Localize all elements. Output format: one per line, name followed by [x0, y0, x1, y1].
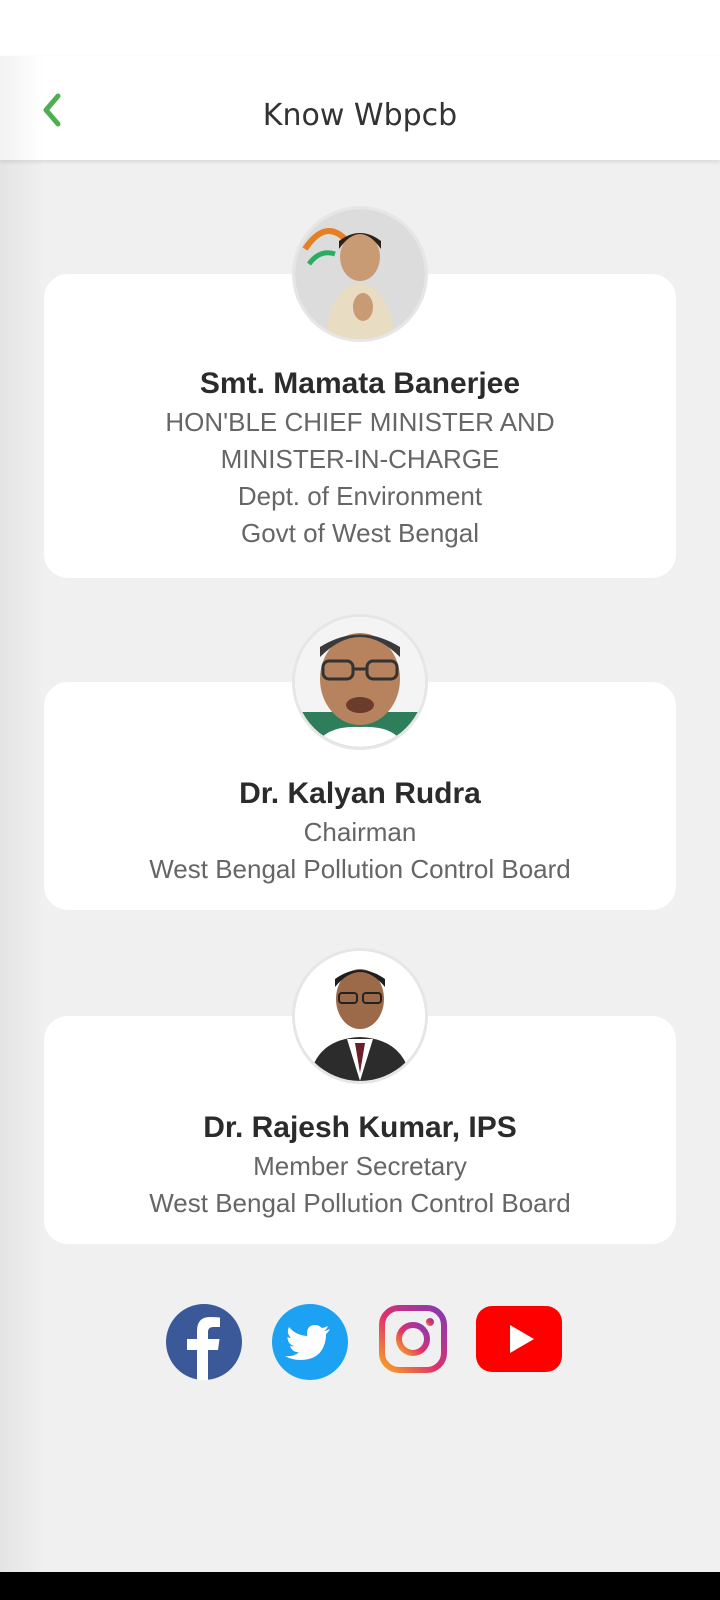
- facebook-icon: [166, 1304, 242, 1380]
- avatar: [292, 614, 428, 750]
- navigation-bar: [0, 1572, 720, 1600]
- person-name: Smt. Mamata Banerjee: [199, 367, 521, 400]
- person-name: Dr. Kalyan Rudra: [239, 777, 481, 810]
- person-department: Dept. of Environment: [237, 481, 483, 511]
- drawer-edge-shadow: [0, 56, 44, 1572]
- page-title: Know Wbpcb: [262, 98, 458, 133]
- avatar: [292, 206, 428, 342]
- twitter-button[interactable]: [272, 1304, 348, 1382]
- person-organization: West Bengal Pollution Control Board: [149, 1188, 571, 1218]
- person-photo: [295, 951, 425, 1081]
- person-designation: HON'BLE CHIEF MINISTER AND: [165, 407, 555, 437]
- facebook-button[interactable]: [166, 1304, 242, 1382]
- person-photo: [295, 617, 425, 747]
- youtube-button[interactable]: [476, 1304, 562, 1382]
- youtube-icon: [476, 1306, 562, 1372]
- avatar: [292, 948, 428, 1084]
- person-photo: [295, 209, 425, 339]
- instagram-button[interactable]: [378, 1304, 448, 1382]
- instagram-icon: [379, 1305, 447, 1373]
- person-organization: West Bengal Pollution Control Board: [149, 854, 571, 884]
- twitter-icon: [272, 1304, 348, 1380]
- app-bar: Know Wbpcb: [0, 56, 720, 160]
- status-bar: [0, 0, 720, 56]
- person-designation: Member Secretary: [253, 1151, 467, 1181]
- person-name: Dr. Rajesh Kumar, IPS: [203, 1111, 517, 1144]
- person-designation: Chairman: [303, 817, 417, 847]
- person-designation: MINISTER-IN-CHARGE: [220, 444, 500, 474]
- person-organization: Govt of West Bengal: [241, 518, 479, 548]
